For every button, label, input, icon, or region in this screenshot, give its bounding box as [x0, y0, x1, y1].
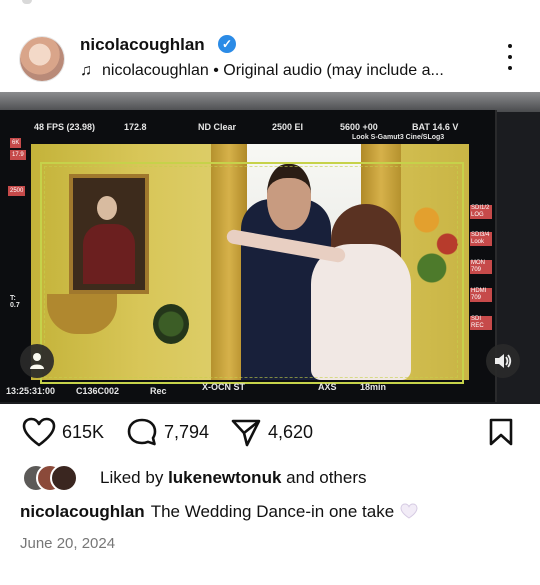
osd-wb: 5600 +00 [340, 122, 378, 132]
osd-sdirec-label: SDI REC [470, 316, 492, 330]
osd-sdi12-label: SDI1/2 LOG [470, 205, 492, 219]
osd-mon: MON 709 [470, 260, 492, 274]
post-caption: nicolacoughlan The Wedding Dance-in one t… [20, 502, 418, 522]
bookmark-icon[interactable] [488, 418, 514, 446]
liked-by-suffix[interactable]: and others [286, 468, 366, 487]
share-button[interactable]: 4,620 [230, 418, 314, 447]
osd-remaining: 18min [360, 382, 387, 392]
osd-sdi34: SDI3/4 Look [470, 232, 492, 246]
like-button[interactable]: 615K [22, 417, 105, 447]
status-area [0, 0, 540, 12]
osd-fps: 48 FPS (23.98) [34, 122, 96, 132]
like-count: 615K [62, 421, 105, 442]
osd-media: AXS [318, 382, 337, 392]
osd-angle: 172.8 [124, 122, 147, 132]
caption-username[interactable]: nicolacoughlan [20, 502, 145, 521]
post-media[interactable]: 48 FPS (23.98) 172.8 ND Clear 2500 EI 56… [0, 92, 540, 404]
post-header: nicolacoughlan ✓ ♫ nicolacoughlan • Origi… [0, 22, 540, 92]
osd-timecode: 13:25:31:00 [6, 386, 56, 396]
liked-by-prefix: Liked by [100, 468, 164, 487]
osd-hdmi-label: HDMI 709 [470, 288, 492, 302]
osd-ei: 2500 EI [272, 122, 304, 132]
action-bar: 615K 7,794 4,620 [0, 406, 540, 456]
caption-text: The Wedding Dance-in one take [150, 502, 395, 521]
osd-battery: BAT 14.6 V [412, 122, 459, 132]
osd-sdi34-label: SDI3/4 Look [470, 232, 492, 246]
music-note-icon: ♫ [80, 62, 92, 79]
osd-rec: Rec [150, 386, 167, 396]
status-indicator [22, 0, 32, 4]
osd-res: 6K [10, 138, 22, 148]
more-options-icon[interactable] [500, 42, 520, 72]
liker-avatars [22, 464, 92, 492]
comment-icon [127, 418, 157, 446]
white-heart-emoji-icon [400, 503, 418, 519]
osd-codec: X-OCN ST [202, 382, 246, 392]
liker-avatar [50, 464, 78, 492]
share-icon [231, 419, 261, 447]
comment-count: 7,794 [164, 421, 210, 442]
osd-mon-label: MON 709 [470, 260, 492, 274]
audio-link[interactable]: ♫ nicolacoughlan • Original audio (may in… [80, 62, 444, 80]
user-tag-icon[interactable] [20, 344, 54, 378]
audio-text: nicolacoughlan • Original audio (may inc… [102, 62, 444, 79]
osd-look: Look S-Gamut3 Cine/SLog3 [352, 134, 445, 141]
osd-tstop: T: 0.7 [10, 295, 20, 309]
verified-icon: ✓ [218, 35, 236, 53]
avatar[interactable] [20, 37, 64, 81]
osd-iso: 2500 [8, 186, 26, 196]
liked-by-row[interactable]: Liked by lukenewtonuk and others [0, 462, 540, 494]
camera-monitor: 48 FPS (23.98) 172.8 ND Clear 2500 EI 56… [0, 110, 497, 402]
osd-clip: C136C002 [76, 386, 120, 396]
camera-rig [0, 92, 540, 112]
frame-guide-inner [44, 166, 458, 378]
comment-button[interactable]: 7,794 [126, 418, 209, 446]
osd-hdmi: HDMI 709 [470, 288, 492, 302]
osd-sdirec: SDI REC [470, 316, 492, 330]
osd-res-num: 17.9 [10, 150, 26, 160]
osd-sdi12: SDI1/2 LOG [470, 205, 492, 219]
liked-by-text: Liked by lukenewtonuk and others [100, 468, 367, 488]
sound-icon[interactable] [486, 344, 520, 378]
osd-nd: ND Clear [198, 122, 237, 132]
share-count: 4,620 [268, 421, 314, 442]
post-date: June 20, 2024 [20, 535, 116, 552]
heart-icon [22, 417, 56, 447]
liked-by-user[interactable]: lukenewtonuk [168, 468, 281, 487]
post-username[interactable]: nicolacoughlan [80, 35, 205, 55]
